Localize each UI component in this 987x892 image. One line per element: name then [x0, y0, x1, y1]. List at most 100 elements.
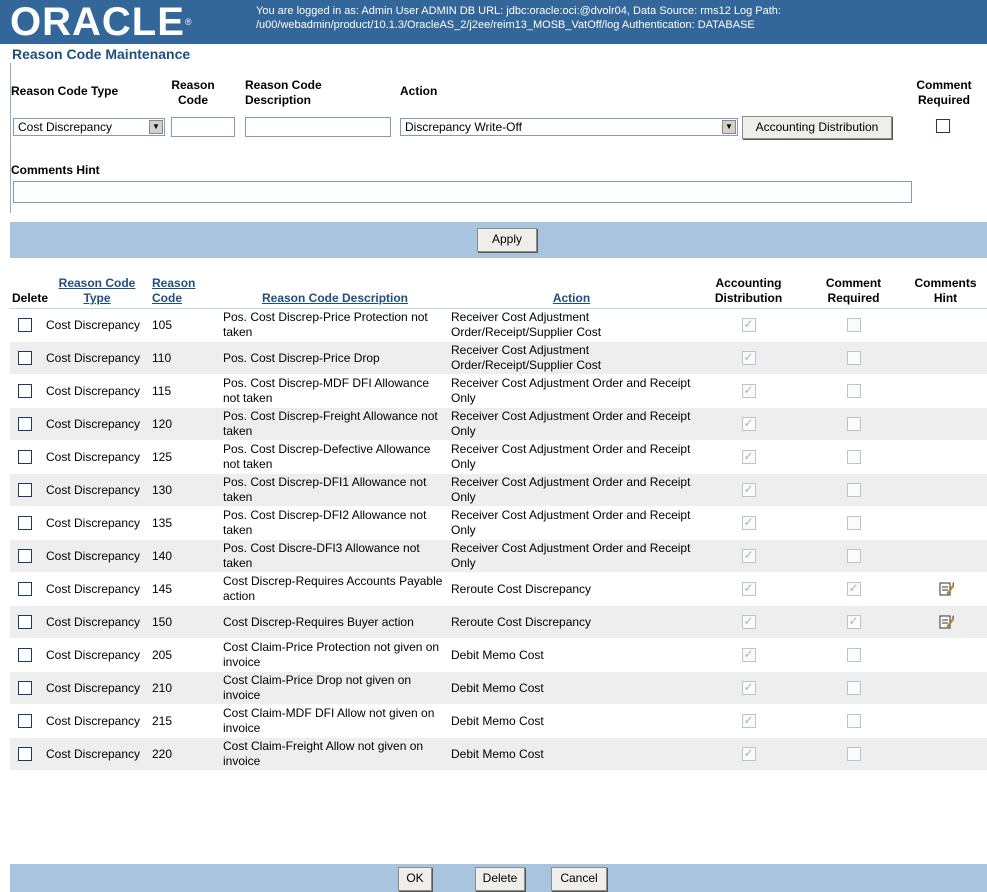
- delete-checkbox[interactable]: [18, 681, 32, 696]
- accounting-cell: [694, 671, 803, 705]
- code-cell: 110: [150, 341, 221, 375]
- reason-code-type-label: Reason Code Type: [11, 84, 119, 98]
- delete-checkbox[interactable]: [18, 714, 32, 729]
- description-cell: Cost Claim-Price Drop not given on invoi…: [221, 671, 449, 705]
- comment-required-label: Comment Required: [913, 78, 975, 108]
- delete-checkbox[interactable]: [18, 384, 32, 399]
- required-cell: [803, 638, 904, 672]
- description-input[interactable]: [245, 117, 391, 137]
- accounting-distribution-checkbox: [741, 350, 756, 366]
- required-cell: [803, 572, 904, 606]
- required-cell: [803, 341, 904, 375]
- table-row: Cost Discrepancy 215 Cost Claim-MDF DFI Al…: [10, 704, 987, 738]
- delete-checkbox[interactable]: [18, 615, 32, 630]
- hint-cell: [904, 539, 987, 573]
- action-cell: Debit Memo Cost: [449, 638, 694, 672]
- delete-cell: [10, 374, 44, 408]
- action-select[interactable]: Discrepancy Write-Off ▼: [400, 118, 738, 136]
- oracle-logo: ORACLE®: [10, 0, 193, 44]
- column-header-action[interactable]: Action: [449, 262, 694, 309]
- accounting-cell: [694, 605, 803, 639]
- accounting-distribution-checkbox: [741, 581, 756, 597]
- cancel-button[interactable]: Cancel: [551, 867, 607, 891]
- description-label: Reason Code Description: [245, 78, 322, 108]
- accounting-cell: [694, 473, 803, 507]
- code-cell: 125: [150, 440, 221, 474]
- hint-cell: [904, 341, 987, 375]
- edit-note-icon[interactable]: [938, 614, 954, 630]
- column-header-accounting: Accounting Distribution: [694, 262, 803, 309]
- description-cell: Pos. Cost Discrep-Price Protection not t…: [221, 308, 449, 342]
- delete-checkbox[interactable]: [18, 417, 32, 432]
- hint-cell: [904, 374, 987, 408]
- accounting-distribution-checkbox: [741, 647, 756, 663]
- apply-button[interactable]: Apply: [477, 228, 537, 252]
- reason-code-table: Delete Reason Code Type Reason Code Reas…: [10, 262, 987, 771]
- code-cell: 145: [150, 572, 221, 606]
- delete-cell: [10, 506, 44, 540]
- required-cell: [803, 506, 904, 540]
- type-cell: Cost Discrepancy: [44, 440, 150, 474]
- delete-checkbox[interactable]: [18, 318, 32, 333]
- type-cell: Cost Discrepancy: [44, 407, 150, 441]
- accounting-distribution-checkbox: [741, 449, 756, 465]
- column-header-type-line-2: Type: [83, 291, 111, 305]
- edit-note-icon[interactable]: [938, 581, 954, 597]
- column-header-type[interactable]: Reason Code Type: [44, 262, 150, 309]
- accounting-cell: [694, 737, 803, 771]
- column-header-code[interactable]: Reason Code: [150, 262, 221, 309]
- type-cell: Cost Discrepancy: [44, 539, 150, 573]
- hint-cell: [904, 572, 987, 606]
- reason-code-input[interactable]: [171, 117, 235, 137]
- code-cell: 120: [150, 407, 221, 441]
- description-cell: Cost Claim-Freight Allow not given on in…: [221, 737, 449, 771]
- comment-required-checkbox: [846, 614, 861, 630]
- comment-required-label-line-2: Required: [917, 93, 970, 107]
- table-row: Cost Discrepancy 150 Cost Discrep-Requires…: [10, 605, 987, 639]
- chevron-down-icon[interactable]: ▼: [722, 120, 736, 134]
- description-cell: Pos. Cost Discrep-Price Drop: [221, 341, 449, 375]
- accounting-cell: [694, 407, 803, 441]
- comment-required-checkbox: [846, 747, 861, 762]
- comment-required-checkbox: [846, 648, 861, 663]
- delete-checkbox[interactable]: [18, 648, 32, 663]
- comment-required-checkbox: [846, 483, 861, 498]
- reason-code-label: Reason Code: [171, 78, 215, 108]
- table-row: Cost Discrepancy 115 Pos. Cost Discrep-MDF…: [10, 374, 987, 408]
- required-cell: [803, 407, 904, 441]
- reason-code-type-value: Cost Discrepancy: [18, 120, 113, 134]
- delete-cell: [10, 704, 44, 738]
- delete-checkbox[interactable]: [18, 516, 32, 531]
- column-header-required-line-1: Comment: [825, 276, 882, 290]
- type-cell: Cost Discrepancy: [44, 572, 150, 606]
- delete-checkbox[interactable]: [18, 582, 32, 597]
- comment-required-checkbox[interactable]: [936, 119, 950, 133]
- action-cell: Receiver Cost Adjustment Order and Recei…: [449, 374, 694, 408]
- delete-checkbox[interactable]: [18, 351, 32, 366]
- hint-cell: [904, 737, 987, 771]
- table-row: Cost Discrepancy 140 Pos. Cost Discre-DFI3…: [10, 539, 987, 573]
- table-header-row: Delete Reason Code Type Reason Code Reas…: [10, 262, 987, 309]
- hint-cell: [904, 440, 987, 474]
- column-header-description[interactable]: Reason Code Description: [221, 262, 449, 309]
- comments-hint-input[interactable]: [13, 181, 912, 203]
- delete-cell: [10, 341, 44, 375]
- delete-button[interactable]: Delete: [475, 867, 525, 891]
- delete-checkbox[interactable]: [18, 483, 32, 498]
- hint-cell: [904, 704, 987, 738]
- delete-checkbox[interactable]: [18, 549, 32, 564]
- delete-checkbox[interactable]: [18, 747, 32, 762]
- delete-checkbox[interactable]: [18, 450, 32, 465]
- comment-required-checkbox: [846, 417, 861, 432]
- accounting-cell: [694, 374, 803, 408]
- action-cell: Receiver Cost Adjustment Order and Recei…: [449, 440, 694, 474]
- column-header-accounting-line-1: Accounting: [715, 276, 782, 290]
- delete-cell: [10, 671, 44, 705]
- accounting-distribution-button[interactable]: Accounting Distribution: [742, 116, 892, 139]
- search-form: Reason Code Type Reason Code Reason Code…: [10, 63, 987, 213]
- ok-button[interactable]: OK: [398, 867, 432, 891]
- table-row: Cost Discrepancy 120 Pos. Cost Discrep-Fre…: [10, 407, 987, 441]
- reason-code-type-select[interactable]: Cost Discrepancy ▼: [13, 118, 165, 136]
- chevron-down-icon[interactable]: ▼: [149, 120, 163, 134]
- apply-bar: Apply: [10, 222, 987, 258]
